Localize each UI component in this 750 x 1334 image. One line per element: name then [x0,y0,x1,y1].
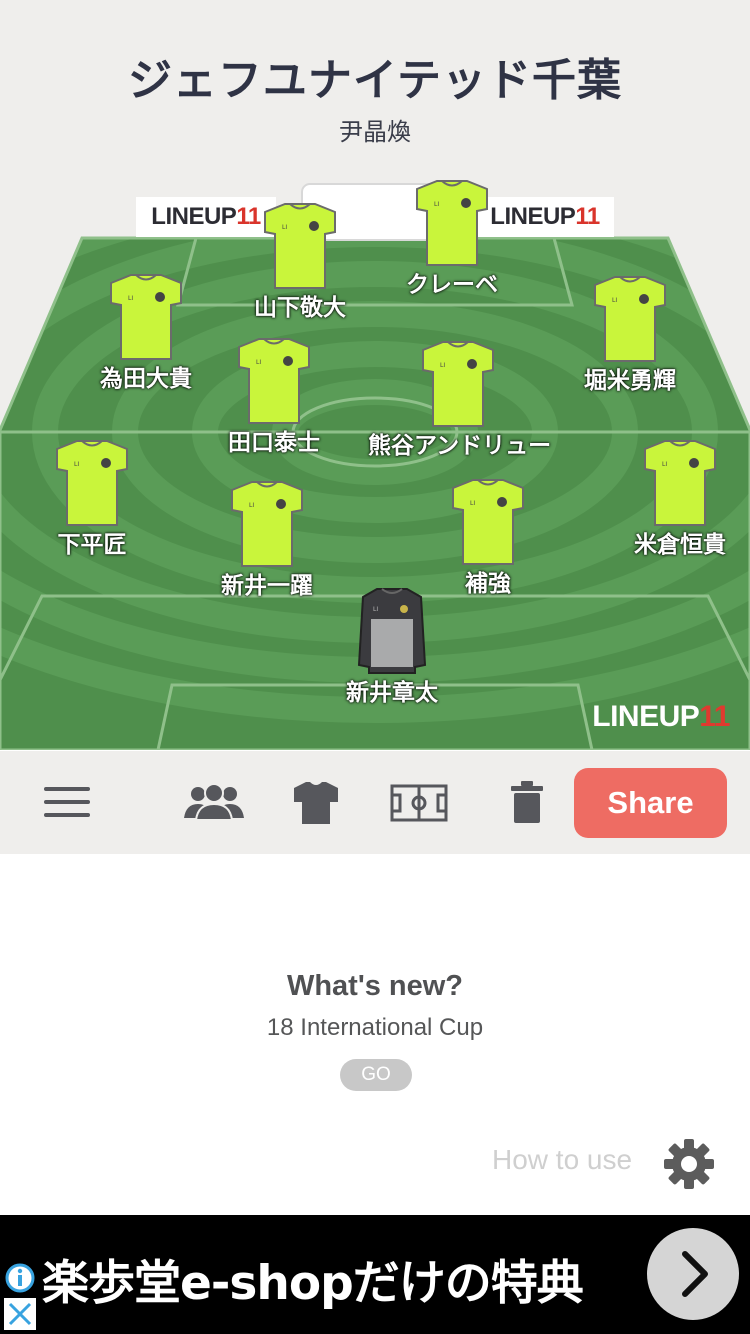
players-icon[interactable] [184,782,244,822]
goalkeeper-kit-icon: LI [357,588,427,674]
trash-icon[interactable] [510,780,544,824]
field-kit-icon: LI [644,440,716,526]
player-right-back[interactable]: LI 米倉恒貴 [590,439,750,559]
svg-text:LI: LI [282,224,287,231]
share-button[interactable]: Share [574,768,727,838]
svg-text:LI: LI [470,500,475,507]
field-kit-icon: LI [452,479,524,565]
player-name: 田口泰士 [228,430,320,456]
brand-number: 11 [699,700,730,733]
go-button[interactable]: GO [340,1059,412,1091]
field-kit-icon: LI [422,341,494,427]
info-icon[interactable] [4,1262,36,1294]
player-midfield-right[interactable]: LI 熊谷アンドリュー [368,340,552,460]
field-kit-icon: LI [110,274,182,360]
player-forward-right[interactable]: LI クレーベ [362,179,542,299]
player-name: クレーベ [406,272,498,298]
player-center-back-right[interactable]: LI 補強 [398,478,578,598]
menu-icon[interactable] [44,785,92,819]
whats-new-subtitle: 18 International Cup [266,1014,484,1041]
field-kit-icon: LI [231,481,303,567]
team-name[interactable]: ジェフユナイテッド千葉 [0,44,750,108]
brand-prefix: LINEUP [592,700,700,733]
svg-text:LI: LI [249,502,254,509]
svg-text:LI: LI [612,297,617,304]
whats-new-title: What's new? [286,970,464,1002]
close-icon[interactable] [4,1298,36,1330]
svg-text:LI: LI [256,359,261,366]
player-right-wing[interactable]: LI 堀米勇輝 [540,275,720,395]
player-name: 米倉恒貴 [634,532,726,558]
svg-text:LI: LI [440,362,445,369]
field-kit-icon: LI [56,440,128,526]
svg-text:LI: LI [74,461,79,468]
shirt-icon[interactable] [292,780,340,826]
svg-text:LI: LI [434,201,439,208]
gear-icon[interactable] [662,1137,716,1191]
svg-text:LI: LI [373,606,378,613]
brand-logo-bottom: LINEUP11 [592,700,730,734]
player-name: 下平匠 [57,532,127,558]
how-to-use-link[interactable]: How to use [492,1144,632,1176]
field-kit-icon: LI [238,338,310,424]
pitch-icon[interactable] [390,784,448,822]
brand-number: 11 [575,203,600,230]
player-goalkeeper[interactable]: LI 新井章太 [302,587,482,707]
field-kit-icon: LI [594,276,666,362]
field-kit-icon: LI [264,203,336,289]
chevron-right-icon [682,1251,708,1297]
lineup-header: ジェフユナイテッド千葉 尹晶煥 LINEUP 11 LINEUP 11 LI 山下敬… [0,0,750,750]
player-center-back-left[interactable]: LI 新井一躍 [177,480,357,600]
player-name: 新井章太 [346,680,438,706]
svg-text:LI: LI [128,295,133,302]
player-midfield-left[interactable]: LI 田口泰士 [184,337,364,457]
player-name: 熊谷アンドリュー [368,433,552,459]
ad-text[interactable]: 楽歩堂e-shopだけの特典 [42,1244,584,1313]
field-kit-icon: LI [416,180,488,266]
player-left-back[interactable]: LI 下平匠 [2,439,182,559]
coach-name[interactable]: 尹晶煥 [0,112,750,147]
svg-text:LI: LI [662,461,667,468]
player-name: 堀米勇輝 [584,368,676,394]
ad-arrow-button[interactable] [647,1228,739,1320]
